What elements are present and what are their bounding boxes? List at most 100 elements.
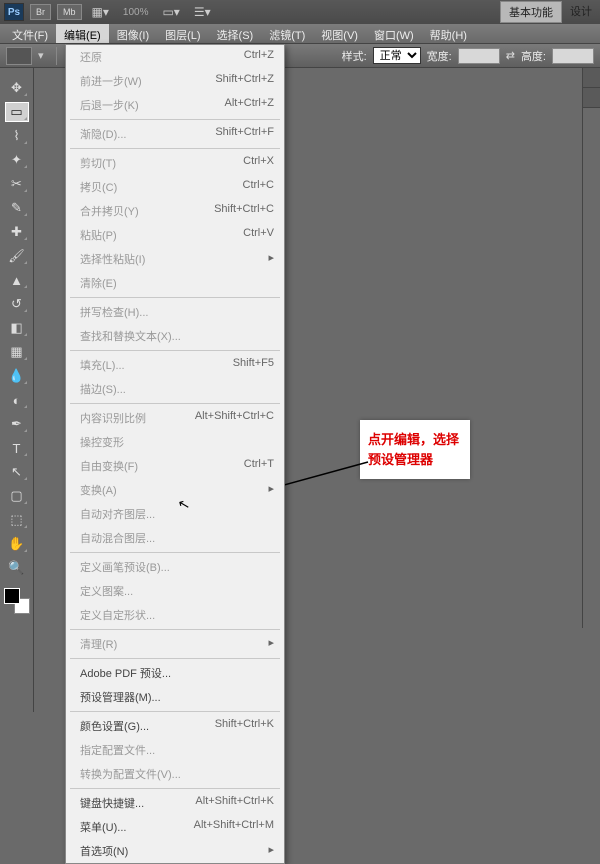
tool-dodge[interactable]: ◐ (5, 390, 29, 410)
menu-item-shortcut: Ctrl+T (244, 458, 274, 474)
bridge-button[interactable]: Br (30, 4, 51, 20)
menu-item-label: 操控变形 (80, 434, 274, 450)
tool-shape[interactable]: ▢ (5, 486, 29, 506)
menu-item-shortcut: Ctrl+V (243, 227, 274, 243)
submenu-arrow-icon: ▸ (268, 636, 274, 652)
swap-icon[interactable]: ⇄ (506, 49, 515, 62)
menu-item: 填充(L)...Shift+F5 (66, 353, 284, 377)
menu-item-label: 内容识别比例 (80, 410, 195, 426)
workspace-design-label[interactable]: 设计 (566, 1, 596, 23)
tool-path-select[interactable]: ↖ (5, 462, 29, 482)
menu-item-label: 拼写检查(H)... (80, 304, 274, 320)
panel-tab[interactable] (583, 68, 600, 88)
menu-item-shortcut: Alt+Shift+Ctrl+C (195, 410, 274, 426)
tool-eyedropper[interactable]: ✎ (5, 198, 29, 218)
width-label: 宽度: (427, 48, 452, 64)
menu-separator (70, 350, 280, 351)
menu-view[interactable]: 视图(V) (313, 24, 366, 43)
foreground-color-swatch[interactable] (4, 588, 20, 604)
tool-history-brush[interactable]: ↺ (5, 294, 29, 314)
tool-preset-dropdown-icon[interactable]: ▾ (38, 49, 46, 62)
tool-crop[interactable]: ✂ (5, 174, 29, 194)
menu-item: 拷贝(C)Ctrl+C (66, 175, 284, 199)
workspace-basic-button[interactable]: 基本功能 (500, 1, 562, 23)
menu-item-label: 后退一步(K) (80, 97, 224, 113)
style-label: 样式: (342, 48, 367, 64)
tool-eraser[interactable]: ◧ (5, 318, 29, 338)
tool-zoom[interactable]: 🔍 (5, 558, 29, 578)
menu-item: 还原Ctrl+Z (66, 45, 284, 69)
menu-layer[interactable]: 图层(L) (157, 24, 208, 43)
menu-item[interactable]: Adobe PDF 预设... (66, 661, 284, 685)
menu-item-label: 定义画笔预设(B)... (80, 559, 274, 575)
menu-item-label: 菜单(U)... (80, 819, 194, 835)
submenu-arrow-icon: ▸ (268, 482, 274, 498)
menu-item[interactable]: 菜单(U)...Alt+Shift+Ctrl+M (66, 815, 284, 839)
menu-separator (70, 119, 280, 120)
panel-tab[interactable] (583, 88, 600, 108)
menu-edit[interactable]: 编辑(E) (56, 24, 109, 43)
tool-stamp[interactable]: ▲ (5, 270, 29, 290)
menu-separator (70, 658, 280, 659)
height-label: 高度: (521, 48, 546, 64)
screen-mode-icon[interactable]: ▦▾ (88, 5, 113, 19)
height-input[interactable] (552, 48, 594, 64)
submenu-arrow-icon: ▸ (268, 843, 274, 859)
menu-item-label: 粘贴(P) (80, 227, 243, 243)
tool-gradient[interactable]: ▦ (5, 342, 29, 362)
menu-separator (70, 403, 280, 404)
tool-3d[interactable]: ⬚ (5, 510, 29, 530)
menu-item[interactable]: 键盘快捷键...Alt+Shift+Ctrl+K (66, 791, 284, 815)
menu-item[interactable]: 首选项(N)▸ (66, 839, 284, 863)
menu-item: 自由变换(F)Ctrl+T (66, 454, 284, 478)
menu-item: 前进一步(W)Shift+Ctrl+Z (66, 69, 284, 93)
menu-item-shortcut: Shift+F5 (233, 357, 274, 373)
menu-item-label: 还原 (80, 49, 244, 65)
menu-item: 清理(R)▸ (66, 632, 284, 656)
menu-image[interactable]: 图像(I) (109, 24, 157, 43)
menu-help[interactable]: 帮助(H) (422, 24, 475, 43)
tool-magic-wand[interactable]: ✦ (5, 150, 29, 170)
menu-item: 定义图案... (66, 579, 284, 603)
menu-file[interactable]: 文件(F) (4, 24, 56, 43)
style-select[interactable]: 正常 (373, 47, 421, 64)
menu-item-label: 拷贝(C) (80, 179, 243, 195)
menu-select[interactable]: 选择(S) (209, 24, 262, 43)
view-extras-icon[interactable]: ▭▾ (158, 5, 183, 19)
tool-lasso[interactable]: ⌇ (5, 126, 29, 146)
menu-item-label: 键盘快捷键... (80, 795, 195, 811)
minibridge-button[interactable]: Mb (57, 4, 82, 20)
menu-item[interactable]: 预设管理器(M)... (66, 685, 284, 709)
tool-pen[interactable]: ✒ (5, 414, 29, 434)
menu-item-label: 合并拷贝(Y) (80, 203, 214, 219)
tool-marquee[interactable]: ▭ (5, 102, 29, 122)
menu-filter[interactable]: 滤镜(T) (261, 24, 313, 43)
color-swatches[interactable] (4, 588, 30, 614)
width-input[interactable] (458, 48, 500, 64)
menu-item-shortcut: Ctrl+Z (244, 49, 274, 65)
menu-item-label: 描边(S)... (80, 381, 274, 397)
tool-move[interactable]: ✥ (5, 78, 29, 98)
tool-preset-icon[interactable] (6, 47, 32, 65)
menu-item-label: 指定配置文件... (80, 742, 274, 758)
menu-item: 内容识别比例Alt+Shift+Ctrl+C (66, 406, 284, 430)
tool-hand[interactable]: ✋ (5, 534, 29, 554)
menu-item-shortcut: Alt+Shift+Ctrl+K (195, 795, 274, 811)
menu-item: 剪切(T)Ctrl+X (66, 151, 284, 175)
menu-item: 指定配置文件... (66, 738, 284, 762)
menu-item: 渐隐(D)...Shift+Ctrl+F (66, 122, 284, 146)
menu-window[interactable]: 窗口(W) (366, 24, 422, 43)
tool-blur[interactable]: 💧 (5, 366, 29, 386)
tool-brush[interactable]: 🖌 (5, 246, 29, 266)
menu-item: 清除(E) (66, 271, 284, 295)
tool-healing[interactable]: ✚ (5, 222, 29, 242)
right-panel-rail (582, 68, 600, 628)
menu-item-label: 剪切(T) (80, 155, 243, 171)
arrange-docs-icon[interactable]: ☰▾ (190, 5, 215, 19)
zoom-level[interactable]: 100% (123, 7, 149, 18)
menu-item[interactable]: 颜色设置(G)...Shift+Ctrl+K (66, 714, 284, 738)
separator (56, 47, 57, 65)
ps-logo-icon: Ps (4, 3, 24, 21)
menu-item: 定义自定形状... (66, 603, 284, 627)
tool-type[interactable]: T (5, 438, 29, 458)
